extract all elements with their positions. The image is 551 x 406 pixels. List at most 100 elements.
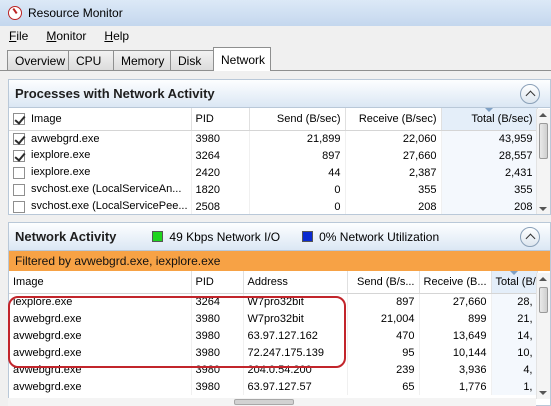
process-image-cell[interactable]: svchost.exe (LocalServiceAn... [9, 181, 192, 198]
network-row[interactable]: avwebgrd.exe 3980 63.97.127.57 65 1,776 1, [9, 378, 538, 395]
col-header-image[interactable]: Image [9, 108, 192, 131]
network-horizontal-scrollbar[interactable] [8, 398, 536, 406]
net-receive-cell: 27,660 [419, 293, 492, 310]
net-send-cell: 897 [347, 293, 420, 310]
process-receive-cell: 27,660 [345, 147, 442, 164]
net-pid-cell: 3264 [191, 293, 244, 310]
process-row[interactable]: iexplore.exe 3264 897 27,660 28,557 [9, 147, 538, 164]
process-pid-cell: 2508 [191, 198, 250, 214]
net-scroll-thumb[interactable] [539, 287, 548, 313]
tab-overview[interactable]: Overview [7, 50, 69, 70]
net-col-header-pid[interactable]: PID [191, 271, 244, 294]
process-checkbox[interactable] [13, 132, 25, 145]
net-image-cell: avwebgrd.exe [9, 361, 192, 378]
net-total-cell: 10, [491, 344, 538, 361]
process-checkbox[interactable] [13, 183, 25, 196]
process-checkbox[interactable] [13, 200, 25, 213]
process-receive-cell: 208 [345, 198, 442, 214]
net-scroll-down-arrow-icon[interactable] [539, 391, 547, 395]
net-total-cell: 28, [491, 293, 538, 310]
processes-vertical-scrollbar[interactable] [536, 109, 550, 214]
scroll-thumb[interactable] [539, 123, 548, 159]
menu-bar: File Monitor Help [0, 26, 551, 46]
process-checkbox[interactable] [13, 166, 25, 179]
net-image-cell: avwebgrd.exe [9, 310, 192, 327]
network-row[interactable]: avwebgrd.exe 3980 204.0.54.200 239 3,936 4, [9, 361, 538, 378]
process-total-cell: 28,557 [441, 147, 538, 164]
tab-disk[interactable]: Disk [170, 50, 214, 70]
scroll-down-arrow-icon[interactable] [539, 207, 547, 211]
menu-file[interactable]: File [6, 28, 31, 44]
net-pid-cell: 3980 [191, 344, 244, 361]
net-col-header-image[interactable]: Image [9, 271, 192, 294]
process-row[interactable]: svchost.exe (LocalServiceAn... 1820 0 355 35… [9, 181, 538, 198]
network-row[interactable]: avwebgrd.exe 3980 W7pro32bit 21,004 899 21, [9, 310, 538, 327]
col-header-total[interactable]: Total (B/sec) [441, 108, 538, 131]
processes-panel: Processes with Network Activity Image PI… [8, 79, 551, 215]
network-tab-content: Processes with Network Activity Image PI… [0, 71, 551, 406]
process-receive-cell: 2,387 [345, 164, 442, 181]
network-vertical-scrollbar[interactable] [536, 273, 550, 399]
network-io-legend: 49 Kbps Network I/O [152, 230, 280, 244]
net-address-cell: 63.97.127.162 [243, 327, 348, 344]
h-scroll-thumb[interactable] [234, 399, 294, 405]
network-util-swatch [302, 231, 314, 242]
process-receive-cell: 22,060 [345, 130, 442, 147]
net-receive-cell: 899 [419, 310, 492, 327]
network-util-legend: 0% Network Utilization [302, 230, 439, 244]
net-total-cell: 14, [491, 327, 538, 344]
network-activity-table: Image PID Address Send (B/s... Receive (… [9, 271, 538, 395]
col-header-send[interactable]: Send (B/sec) [249, 108, 346, 131]
menu-monitor[interactable]: Monitor [43, 28, 89, 44]
process-send-cell: 44 [249, 164, 346, 181]
process-row[interactable]: avwebgrd.exe 3980 21,899 22,060 43,959 [9, 130, 538, 147]
process-pid-cell: 3264 [191, 147, 250, 164]
process-image-cell[interactable]: iexplore.exe [9, 164, 192, 181]
network-panel-header[interactable]: Network Activity 49 Kbps Network I/O 0% … [9, 223, 550, 251]
menu-help[interactable]: Help [101, 28, 132, 44]
tab-network[interactable]: Network [213, 47, 271, 71]
network-row[interactable]: avwebgrd.exe 3980 63.97.127.162 470 13,649 14… [9, 327, 538, 344]
net-pid-cell: 3980 [191, 378, 244, 395]
network-row[interactable]: iexplore.exe 3264 W7pro32bit 897 27,660 28, [9, 293, 538, 310]
process-send-cell: 897 [249, 147, 346, 164]
net-receive-cell: 13,649 [419, 327, 492, 344]
net-col-header-send[interactable]: Send (B/s... [347, 271, 420, 294]
net-send-cell: 470 [347, 327, 420, 344]
process-row[interactable]: iexplore.exe 2420 44 2,387 2,431 [9, 164, 538, 181]
scroll-up-arrow-icon[interactable] [539, 113, 547, 117]
processes-panel-header[interactable]: Processes with Network Activity [9, 80, 550, 108]
net-image-cell: avwebgrd.exe [9, 378, 192, 395]
process-pid-cell: 2420 [191, 164, 250, 181]
net-send-cell: 239 [347, 361, 420, 378]
tab-cpu[interactable]: CPU [68, 50, 114, 70]
collapse-processes-button[interactable] [520, 84, 540, 104]
process-image-cell[interactable]: iexplore.exe [9, 147, 192, 164]
collapse-network-button[interactable] [520, 227, 540, 247]
net-address-cell: 204.0.54.200 [243, 361, 348, 378]
select-all-checkbox[interactable] [13, 112, 25, 125]
network-row[interactable]: avwebgrd.exe 3980 72.247.175.139 95 10,144 10… [9, 344, 538, 361]
tab-memory[interactable]: Memory [113, 50, 171, 70]
net-col-header-address[interactable]: Address [243, 271, 348, 294]
process-image-cell[interactable]: avwebgrd.exe [9, 130, 192, 147]
net-col-header-receive[interactable]: Receive (B... [419, 271, 492, 294]
filter-bar: Filtered by avwebgrd.exe, iexplore.exe [9, 251, 550, 271]
net-address-cell: W7pro32bit [243, 293, 348, 310]
net-image-cell: avwebgrd.exe [9, 344, 192, 361]
process-total-cell: 2,431 [441, 164, 538, 181]
net-col-header-total[interactable]: Total (B/... [491, 271, 538, 294]
process-pid-cell: 1820 [191, 181, 250, 198]
process-checkbox[interactable] [13, 149, 25, 162]
process-row[interactable]: svchost.exe (LocalServicePee... 2508 0 208 2… [9, 198, 538, 214]
net-pid-cell: 3980 [191, 327, 244, 344]
net-address-cell: 72.247.175.139 [243, 344, 348, 361]
col-header-receive[interactable]: Receive (B/sec) [345, 108, 442, 131]
process-image-cell[interactable]: svchost.exe (LocalServicePee... [9, 198, 192, 214]
process-receive-cell: 355 [345, 181, 442, 198]
net-image-cell: avwebgrd.exe [9, 327, 192, 344]
col-header-pid[interactable]: PID [191, 108, 250, 131]
net-scroll-up-arrow-icon[interactable] [539, 277, 547, 281]
process-total-cell: 355 [441, 181, 538, 198]
window-title: Resource Monitor [28, 6, 123, 20]
